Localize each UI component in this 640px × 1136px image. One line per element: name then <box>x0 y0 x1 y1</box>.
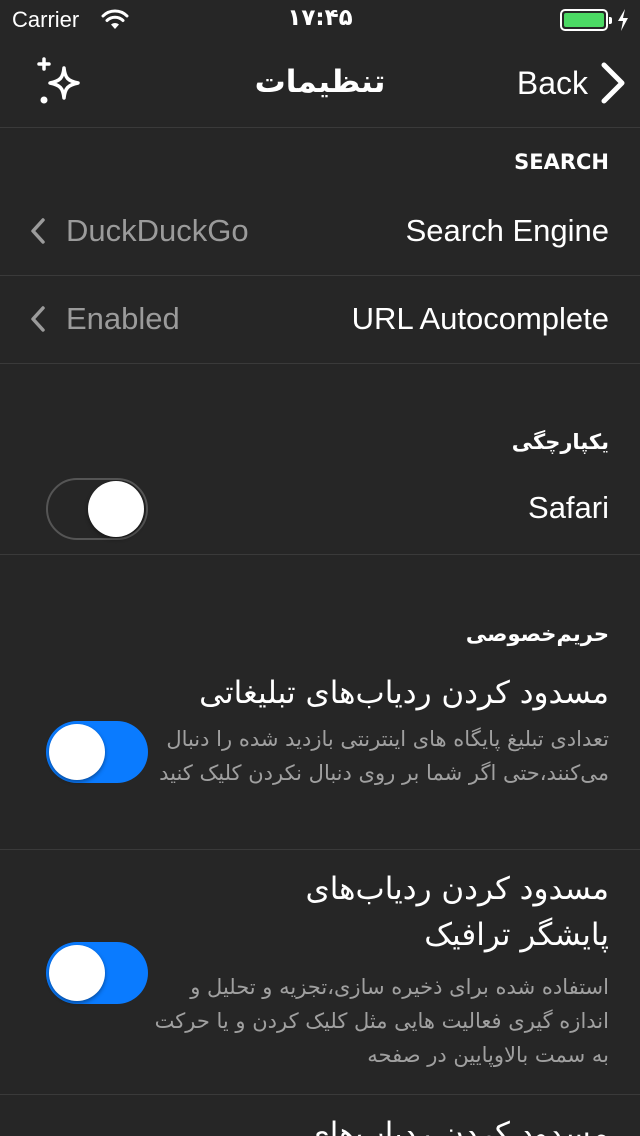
block-trackers-row-partial: مسدود کردن ردیاب‌های <box>0 1095 640 1136</box>
safari-row: Safari <box>0 466 640 555</box>
chevron-left-icon <box>31 218 45 244</box>
clock-time: ۱۷:۴۵ <box>287 5 353 31</box>
privacy-section-header: حریم‌خصوصی <box>465 622 609 646</box>
navigation-bar: تنظیمات Back <box>0 40 640 128</box>
url-autocomplete-value: Enabled <box>30 301 180 337</box>
chevron-left-icon <box>31 306 45 332</box>
block-ad-trackers-title: مسدود کردن ردیاب‌های تبلیغاتی <box>199 675 609 711</box>
block-ad-trackers-row: مسدود کردن ردیاب‌های تبلیغاتی تعدادی تبل… <box>0 660 640 850</box>
block-analytics-trackers-toggle[interactable] <box>46 942 148 1004</box>
block-ad-trackers-description: تعدادی تبلیغ پایگاه های اینترنتی بازدید … <box>159 727 609 785</box>
search-engine-value-text: DuckDuckGo <box>66 213 249 248</box>
battery-icon <box>560 9 612 31</box>
search-engine-value: DuckDuckGo <box>30 213 249 249</box>
search-engine-row[interactable]: DuckDuckGo Search Engine <box>0 188 640 276</box>
status-bar: Carrier ۱۷:۴۵ <box>0 0 640 40</box>
block-analytics-trackers-description: استفاده شده برای ذخیره سازی،تجزیه و تحلی… <box>154 975 609 1067</box>
url-autocomplete-label: URL Autocomplete <box>351 301 609 336</box>
charging-bolt-icon <box>618 9 628 31</box>
safari-toggle[interactable] <box>46 478 148 540</box>
search-section-header: SEARCH <box>514 150 609 174</box>
chevron-right-icon <box>601 62 625 104</box>
integration-section-header: یکپارچگی <box>511 430 609 454</box>
url-autocomplete-row[interactable]: Enabled URL Autocomplete <box>0 276 640 364</box>
toggle-knob <box>88 481 144 537</box>
block-ad-trackers-toggle[interactable] <box>46 721 148 783</box>
toggle-knob <box>49 724 105 780</box>
back-button-label: Back <box>516 64 588 101</box>
url-autocomplete-value-text: Enabled <box>66 301 180 336</box>
block-trackers-title-partial: مسدود کردن ردیاب‌های <box>305 1116 609 1136</box>
block-analytics-trackers-row: مسدود کردن ردیاب‌های پایشگر ترافیک استفا… <box>0 850 640 1095</box>
block-analytics-trackers-title: مسدود کردن ردیاب‌های پایشگر ترافیک <box>305 871 609 953</box>
back-button[interactable]: Back <box>517 62 626 104</box>
search-engine-label: Search Engine <box>405 213 609 248</box>
safari-label: Safari <box>528 490 609 525</box>
toggle-knob <box>49 945 105 1001</box>
